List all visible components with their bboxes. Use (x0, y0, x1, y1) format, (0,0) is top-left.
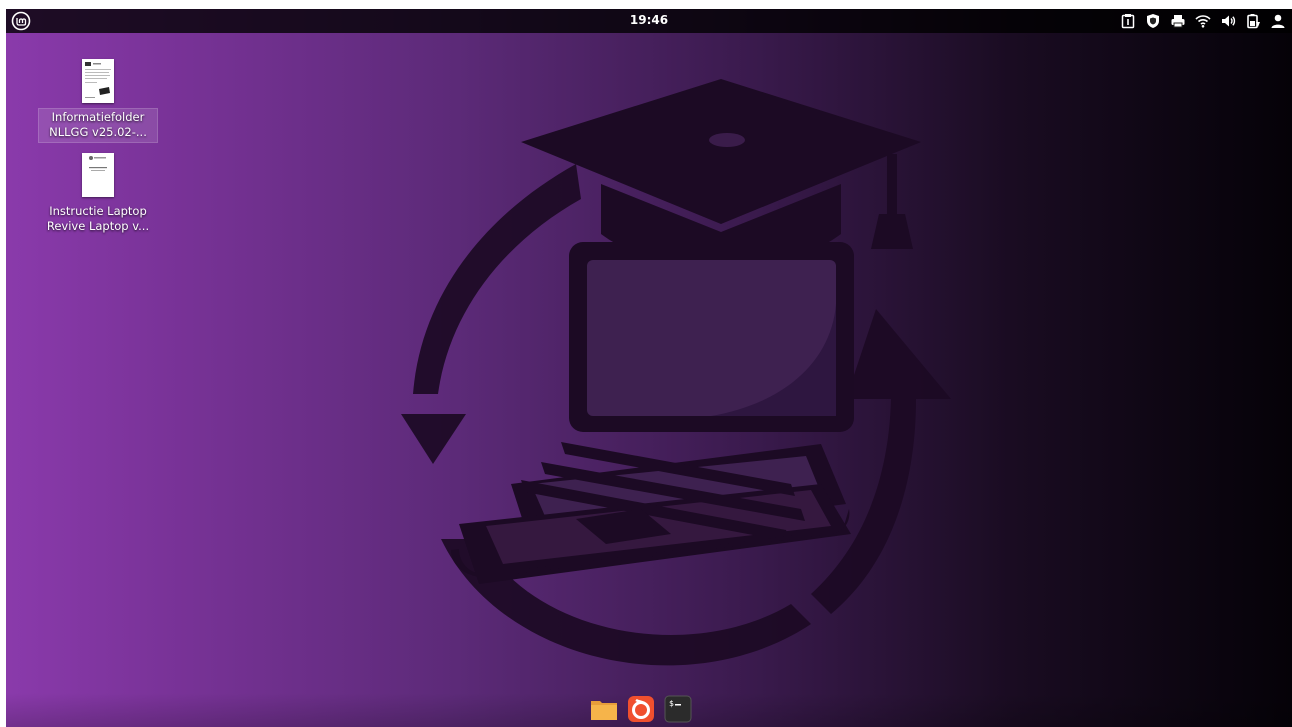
folder-icon[interactable] (590, 695, 618, 723)
wifi-icon[interactable] (1195, 13, 1211, 29)
clock[interactable]: 19:46 (6, 13, 1292, 27)
shield-icon[interactable] (1145, 13, 1161, 29)
desktop-file-instructie-laptop[interactable]: Instructie Laptop Revive Laptop v... (36, 153, 160, 236)
volume-icon[interactable] (1220, 13, 1236, 29)
clipboard-icon[interactable] (1120, 13, 1136, 29)
desktop-icon-label: Informatiefolder NLLGG v25.02-... (38, 108, 158, 143)
printer-icon[interactable] (1170, 13, 1186, 29)
firefox-icon[interactable] (627, 695, 655, 723)
battery-icon[interactable] (1245, 13, 1261, 29)
system-tray (1120, 12, 1286, 30)
desktop-icon-label: Instructie Laptop Revive Laptop v... (46, 204, 150, 233)
top-panel: 19:46 (6, 9, 1292, 33)
dock: $ (6, 693, 1292, 727)
pdf-document-icon (82, 59, 114, 103)
user-icon[interactable] (1270, 13, 1286, 29)
wallpaper-logo (401, 79, 951, 666)
desktop-file-informatiefolder[interactable]: Informatiefolder NLLGG v25.02-... (36, 59, 160, 143)
pdf-document-icon (82, 153, 114, 197)
desktop-screen: 19:46 Informatiefolder NLLGG v25.02-... … (6, 9, 1292, 727)
terminal-icon[interactable]: $ (664, 695, 692, 723)
svg-text:$: $ (669, 699, 674, 708)
